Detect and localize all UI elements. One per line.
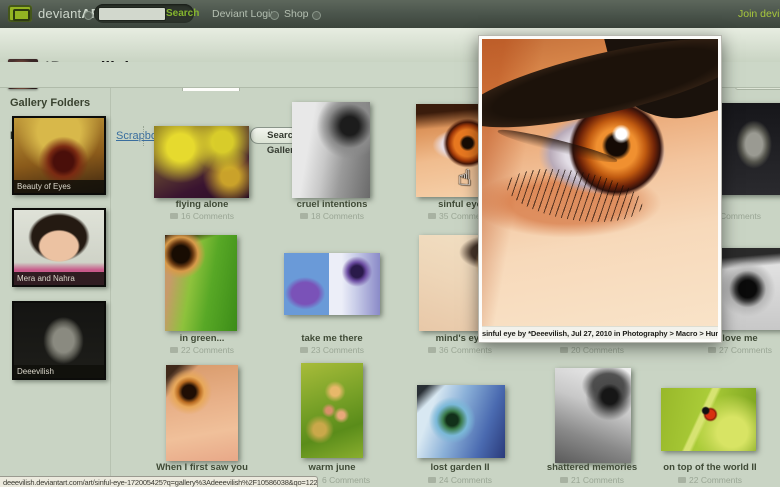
comments-link[interactable]: 24 Comments [408, 475, 512, 485]
comments-link[interactable]: 20 Comments [540, 345, 644, 355]
folder-beauty-of-eyes[interactable]: Beauty of Eyes [12, 116, 106, 195]
deviant-login-link[interactable]: Deviant Login [212, 8, 276, 20]
divider [143, 126, 144, 146]
comments-link[interactable]: 36 Comments [408, 345, 512, 355]
comments-link[interactable]: 27 Comments [680, 345, 780, 355]
folder-mera-and-nahra[interactable]: Mera and Nahra [12, 208, 106, 287]
preview-caption: sinful eye by *Deeevilish, Jul 27, 2010 … [482, 326, 718, 339]
comments-link[interactable]: 16 Comments [150, 211, 254, 221]
folder-label: Deeevilish [14, 365, 104, 378]
thumbnail-cruel-intentions[interactable] [292, 102, 370, 198]
deviantart-logo-icon[interactable] [8, 5, 32, 22]
thumbnail-when-i-first-saw-you[interactable] [166, 365, 238, 461]
thumbnail-lost-garden-ii[interactable] [417, 385, 505, 458]
shop-link[interactable]: Shop [284, 8, 309, 20]
comments-link[interactable]: 21 Comments [540, 475, 644, 485]
deviant-login-dropdown-icon[interactable] [270, 11, 279, 20]
comment-icon [428, 213, 436, 219]
comments-link[interactable]: 18 Comments [280, 211, 384, 221]
deviation-title[interactable]: take me there [280, 333, 384, 344]
thumbnail-on-top-of-the-world-ii[interactable] [661, 388, 756, 451]
comment-icon [170, 347, 178, 353]
comments-link[interactable]: 23 Comments [280, 345, 384, 355]
thumbnail-take-me-there[interactable] [284, 253, 380, 315]
comments-link[interactable]: 22 Comments [150, 345, 254, 355]
thumbnail-partially-hidden[interactable] [714, 103, 780, 195]
site-search-button[interactable]: Search [166, 8, 199, 19]
deviation-preview-popup: sinful eye by *Deeevilish, Jul 27, 2010 … [478, 35, 722, 343]
thumbnail-warm-june[interactable] [301, 363, 363, 458]
deviation-title[interactable]: shattered memories [540, 462, 644, 473]
join-link[interactable]: Join deviantART [738, 8, 780, 20]
thumbnail-flying-alone[interactable] [154, 126, 249, 198]
deviation-title[interactable]: cruel intentions [280, 199, 384, 210]
comment-icon [560, 477, 568, 483]
thumbnail-in-green[interactable] [165, 235, 237, 331]
comment-icon [300, 213, 308, 219]
comment-icon [708, 347, 716, 353]
comment-icon [170, 213, 178, 219]
browser-status-bar: deeevilish.deviantart.com/art/sinful-eye… [0, 476, 318, 487]
deviation-title[interactable]: When I first saw you [150, 462, 254, 473]
folder-label: Beauty of Eyes [14, 180, 104, 193]
deviantart-gallery-page: deviantART Search Deviant Login Shop Joi… [0, 0, 780, 487]
comment-icon [300, 347, 308, 353]
preview-image-eyelid [497, 125, 619, 166]
comment-icon [428, 347, 436, 353]
comments-link[interactable]: 6 Comments [322, 475, 392, 485]
folder-deeevilish[interactable]: Deeevilish [12, 301, 106, 380]
thumbnail-love-me[interactable] [714, 248, 780, 330]
hand-cursor-icon: ☝ [458, 166, 471, 191]
preview-image-sinful-eye[interactable] [482, 39, 718, 327]
comment-icon [428, 477, 436, 483]
top-navigation-bar: deviantART Search Deviant Login Shop Joi… [0, 0, 780, 29]
thumbnail-shattered-memories[interactable] [555, 368, 631, 463]
deviation-title[interactable]: in green... [150, 333, 254, 344]
deviation-title[interactable]: flying alone [150, 199, 254, 210]
shop-dropdown-icon[interactable] [312, 11, 321, 20]
deviation-title[interactable]: lost garden II [408, 462, 512, 473]
gallery-folders-heading: Gallery Folders [10, 97, 90, 109]
comment-icon [678, 477, 686, 483]
deviation-title[interactable]: warm june [280, 462, 384, 473]
site-search-input[interactable] [98, 7, 166, 21]
comment-icon [560, 347, 568, 353]
logo-dropdown-icon[interactable] [84, 11, 93, 20]
comments-link[interactable]: 22 Comments [655, 475, 765, 485]
preview-image-lashes [503, 161, 646, 231]
sidebar-divider [110, 88, 111, 487]
deviation-title[interactable]: on top of the world II [655, 462, 765, 473]
folder-label: Mera and Nahra [14, 272, 104, 285]
